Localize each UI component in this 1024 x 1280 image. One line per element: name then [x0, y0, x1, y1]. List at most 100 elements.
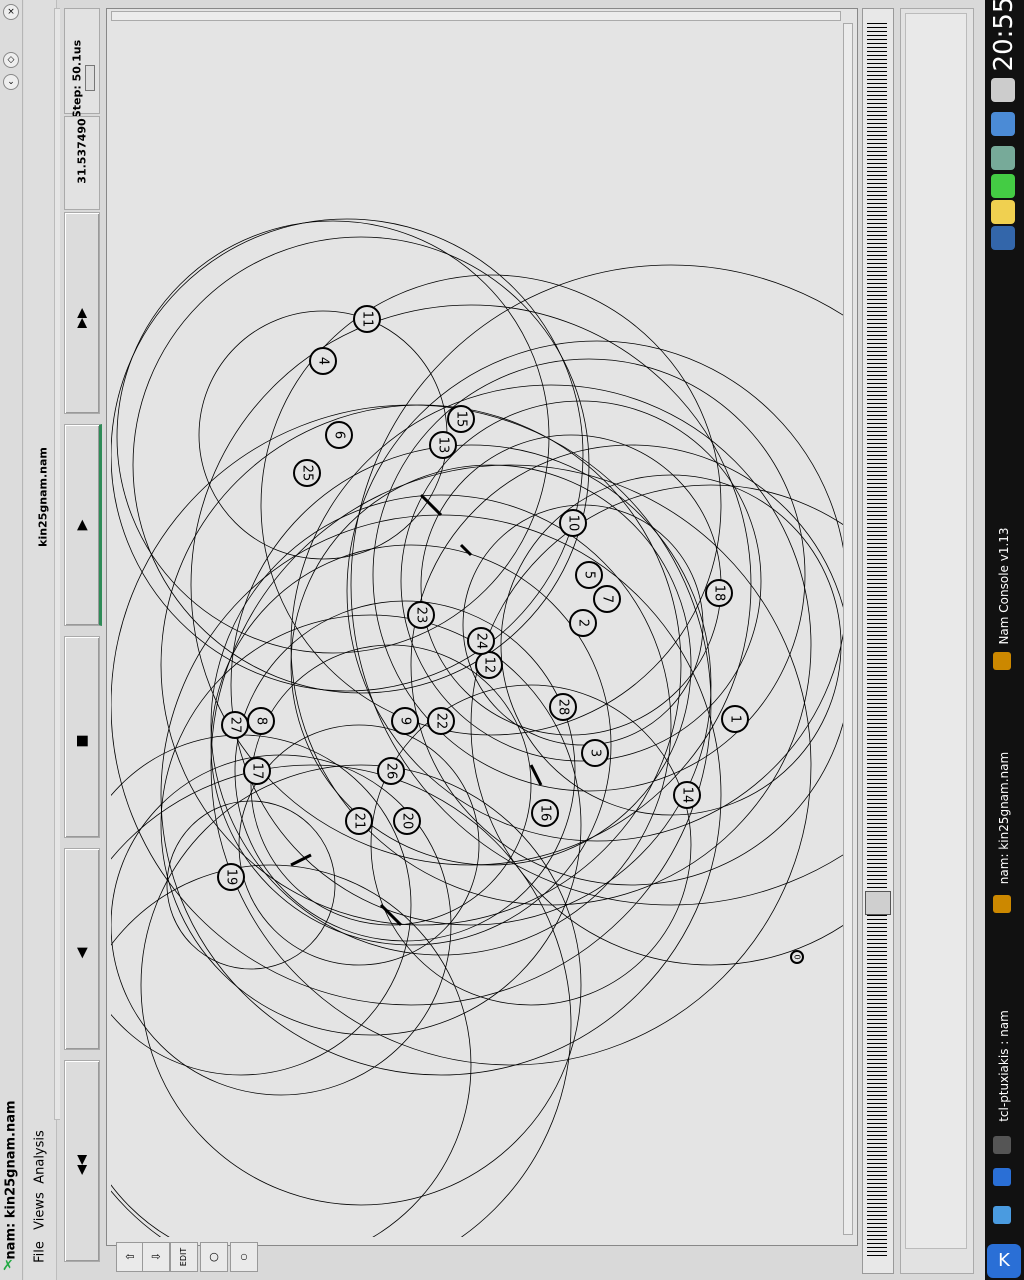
- node-15[interactable]: 15: [447, 405, 475, 433]
- back-button[interactable]: ◀: [64, 848, 100, 1050]
- node-10[interactable]: 10: [559, 509, 587, 537]
- node-label: 9: [398, 717, 413, 725]
- monitor-area[interactable]: [905, 13, 967, 1249]
- rewind-icon: ◀◀: [74, 1155, 90, 1175]
- node-6[interactable]: 6: [325, 421, 353, 449]
- fast-forward-button[interactable]: ▶▶: [64, 212, 100, 414]
- node-1[interactable]: 1: [721, 705, 749, 733]
- close-window-button[interactable]: ×: [3, 4, 19, 20]
- node-label: 16: [538, 805, 553, 822]
- desktop-icon[interactable]: [993, 1168, 1011, 1186]
- node-20[interactable]: 20: [393, 807, 421, 835]
- packet-mark: [459, 543, 473, 557]
- terminal-task-icon: [993, 1136, 1011, 1154]
- shade-window-button[interactable]: ⌄: [3, 74, 19, 90]
- play-button[interactable]: ▶ kin25gnam.nam: [37, 424, 102, 626]
- node-4[interactable]: 4: [309, 347, 337, 375]
- node-label: 23: [414, 607, 429, 624]
- circle-large-button[interactable]: ○: [200, 1242, 228, 1272]
- range-circle: [166, 800, 336, 970]
- network-canvas[interactable]: 0 1 2 3 4 5 6 7 8 9 10 11 12 13 14 15 16 17 18 19 20 21 22 23 24…: [106, 8, 858, 1246]
- packet-mark: [290, 853, 312, 867]
- step-label: Step: 50.1us: [70, 39, 84, 119]
- task-nam-window[interactable]: nam: kin25gnam.nam: [997, 752, 1011, 884]
- menu-bar: File Views Analysis: [24, 0, 76, 1280]
- node-label: 27: [228, 717, 243, 734]
- node-21[interactable]: 21: [345, 807, 373, 835]
- home-folder-icon[interactable]: [993, 1206, 1011, 1224]
- range-circle: [111, 218, 584, 692]
- horizontal-scrollbar[interactable]: [111, 11, 841, 21]
- node-14[interactable]: 14: [673, 781, 701, 809]
- node-26[interactable]: 26: [377, 757, 405, 785]
- monitor-panel: [900, 8, 974, 1274]
- range-circle: [111, 764, 572, 1237]
- packet-mark: [419, 493, 443, 517]
- node-8[interactable]: 8: [247, 707, 275, 735]
- time-ruler: [867, 23, 887, 1259]
- rewind-button[interactable]: ◀◀: [64, 1060, 100, 1262]
- zoom-in-button[interactable]: ⇦: [116, 1242, 144, 1272]
- node-19[interactable]: 19: [217, 863, 245, 891]
- node-13[interactable]: 13: [429, 431, 457, 459]
- node-18[interactable]: 18: [705, 579, 733, 607]
- node-3[interactable]: 3: [581, 739, 609, 767]
- edit-button[interactable]: EDIT: [170, 1242, 198, 1272]
- circle-small-button[interactable]: ○: [230, 1242, 258, 1272]
- menu-views[interactable]: Views: [33, 1192, 48, 1230]
- node-12[interactable]: 12: [475, 651, 503, 679]
- back-icon: ◀: [74, 947, 90, 959]
- time-slider[interactable]: [862, 8, 894, 1274]
- node-17[interactable]: 17: [243, 757, 271, 785]
- node-5[interactable]: 5: [575, 561, 603, 589]
- device-icon[interactable]: [991, 226, 1015, 250]
- node-label: 10: [566, 515, 581, 532]
- node-23[interactable]: 23: [407, 601, 435, 629]
- task-terminal[interactable]: tcl-ptuxiakis : nam: [997, 1010, 1011, 1122]
- close-icon: ×: [7, 7, 15, 17]
- update-icon[interactable]: [991, 174, 1015, 198]
- step-slider[interactable]: [85, 65, 95, 91]
- node-label: 20: [400, 813, 415, 830]
- node-22[interactable]: 22: [427, 707, 455, 735]
- settings-icon[interactable]: [991, 146, 1015, 170]
- range-circle: [210, 544, 612, 946]
- time-slider-thumb[interactable]: [865, 891, 891, 915]
- node-28[interactable]: 28: [549, 693, 577, 721]
- battery-icon[interactable]: [991, 78, 1015, 102]
- window-title: nam: kin25gnam.nam: [3, 1100, 19, 1260]
- fast-forward-icon: ▶▶: [74, 308, 90, 328]
- menu-analysis[interactable]: Analysis: [33, 1130, 48, 1184]
- node-24[interactable]: 24: [467, 627, 495, 655]
- node-label: 22: [434, 713, 449, 730]
- vertical-scrollbar[interactable]: [843, 23, 853, 1235]
- time-box: 31.537490: [64, 116, 100, 210]
- node-9[interactable]: 9: [391, 707, 419, 735]
- notes-icon[interactable]: [991, 200, 1015, 224]
- node-27[interactable]: 27: [221, 711, 249, 739]
- node-11[interactable]: 11: [353, 305, 381, 333]
- window-title-strip: × ◇ ⌄ nam: kin25gnam.nam ✗: [0, 0, 23, 1280]
- range-circle: [111, 864, 472, 1237]
- zoom-out-button[interactable]: ⇨: [142, 1242, 170, 1272]
- canvas-tools: ⇦ ⇨ EDIT ○ ○: [106, 1238, 258, 1276]
- node-7[interactable]: 7: [593, 585, 621, 613]
- nam-window-task-icon: [993, 895, 1011, 913]
- menu-file[interactable]: File: [33, 1241, 48, 1263]
- window-menu-button[interactable]: ◇: [3, 52, 19, 68]
- node-25[interactable]: 25: [293, 459, 321, 487]
- diamond-icon: ◇: [7, 55, 15, 65]
- node-0[interactable]: 0: [790, 950, 804, 964]
- node-16[interactable]: 16: [531, 799, 559, 827]
- step-box[interactable]: Step: 50.1us: [64, 8, 100, 118]
- network-drawing: 012345678 9101112131415161718192021222324…: [111, 218, 843, 1237]
- stop-button[interactable]: ■: [64, 636, 100, 838]
- node-label: 28: [556, 699, 571, 716]
- network-icon[interactable]: [991, 112, 1015, 136]
- node-2[interactable]: 2: [569, 609, 597, 637]
- arrow-right-icon: ⇨: [151, 1250, 161, 1263]
- node-label: 2: [576, 619, 591, 627]
- trace-file-name: kin25gnam.nam: [36, 447, 50, 547]
- start-menu-button[interactable]: K: [987, 1244, 1021, 1278]
- task-nam-console[interactable]: Nam Console v1.13: [997, 527, 1011, 644]
